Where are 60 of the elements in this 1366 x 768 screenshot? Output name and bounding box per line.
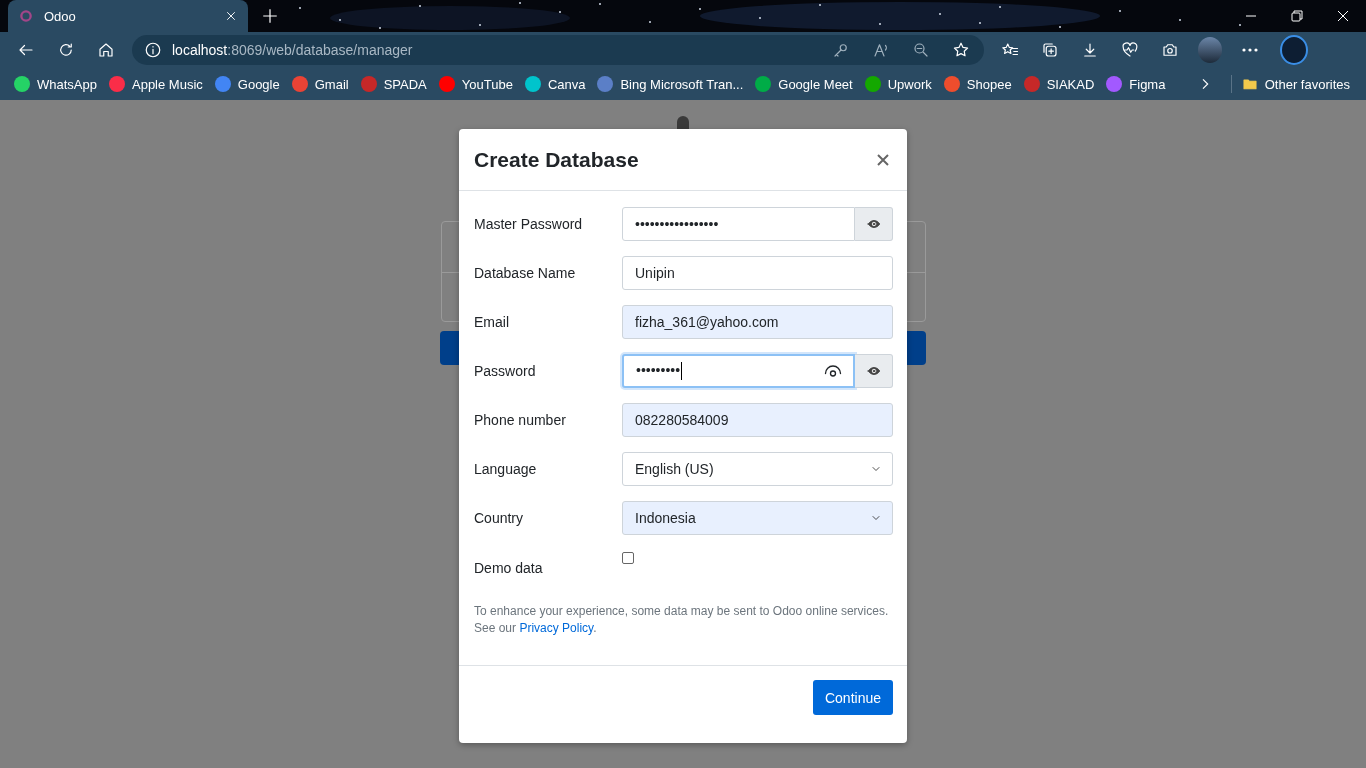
field-label: Phone number	[474, 412, 567, 428]
field-label: Master Password	[474, 216, 584, 232]
input-field[interactable]: Unipin	[622, 256, 893, 290]
heart-pulse-icon	[1121, 41, 1139, 59]
bookmark-link[interactable]: Shopee	[941, 74, 1020, 94]
show-password-button[interactable]	[855, 354, 893, 388]
close-icon	[877, 153, 889, 166]
field-label: Password	[474, 363, 537, 379]
bookmark-folder[interactable]: Other favorites	[1239, 74, 1358, 94]
input-field[interactable]: fizha_361@yahoo.com	[622, 305, 893, 339]
field-label: Country	[474, 510, 525, 526]
dialog-title: Create Database	[474, 147, 639, 172]
zoom-out-icon	[912, 41, 930, 59]
folder-icon	[1241, 76, 1258, 92]
privacy-note: To enhance your experience, some data may be sent to Odoo online services. See our Privacy Policy.	[474, 603, 890, 637]
bookmark-link[interactable]: Google Meet	[753, 74, 861, 94]
field-label: Database Name	[474, 265, 577, 281]
continue-button[interactable]: Continue	[812, 680, 893, 715]
key-icon	[832, 41, 850, 59]
info-icon	[144, 41, 162, 59]
field-label: Demo data	[474, 559, 544, 576]
bookmark-link[interactable]: Apple Music	[107, 74, 211, 94]
bookmark-link[interactable]: Figma	[1104, 74, 1174, 94]
plus-icon	[261, 7, 279, 25]
collections-icon	[1041, 41, 1059, 59]
bookmark-link[interactable]: Gmail	[289, 74, 357, 94]
refresh-icon	[57, 41, 75, 59]
input-field[interactable]: 082280584009	[622, 403, 893, 437]
bookmark-link[interactable]: Canva	[522, 74, 594, 94]
close-icon	[1337, 10, 1349, 22]
bookmark-link[interactable]: Bing Microsoft Tran...	[595, 74, 752, 94]
bookmark-link[interactable]: SPADA	[358, 74, 435, 94]
more-icon	[1242, 48, 1258, 52]
letter-a-icon	[872, 41, 890, 59]
camera-icon	[1161, 41, 1179, 59]
ring-icon	[18, 8, 34, 24]
bookmark-link[interactable]: Upwork	[862, 74, 940, 94]
close-icon	[224, 9, 238, 23]
restore-icon	[1291, 10, 1303, 22]
password-field[interactable]: •••••••••••••••••	[622, 207, 855, 241]
eye-icon	[866, 217, 881, 231]
field-label: Email	[474, 314, 510, 330]
knob-icon	[677, 116, 689, 130]
bookmark-link[interactable]: WhatsApp	[12, 74, 105, 94]
star-icon	[952, 41, 970, 59]
field-label: Language	[474, 461, 538, 477]
bookmark-link[interactable]: SIAKAD	[1021, 74, 1103, 94]
bookmark-link[interactable]: Google	[212, 74, 288, 94]
show-password-button[interactable]	[855, 207, 893, 241]
eye-icon	[866, 364, 881, 378]
select-field[interactable]: English (US)	[622, 452, 893, 486]
address-bar[interactable]: localhost:8069/web/database/manager	[132, 35, 984, 65]
download-icon	[1081, 41, 1099, 59]
bookmark-link[interactable]: YouTube	[436, 74, 521, 94]
house-icon	[97, 41, 115, 59]
password-field[interactable]: •••••••••	[622, 354, 855, 388]
url-text: localhost:8069/web/database/manager	[172, 42, 414, 58]
browser-tab[interactable]: Odoo	[8, 0, 248, 32]
select-field[interactable]: Indonesia	[622, 501, 893, 535]
demo-data-checkbox[interactable]	[622, 552, 634, 564]
